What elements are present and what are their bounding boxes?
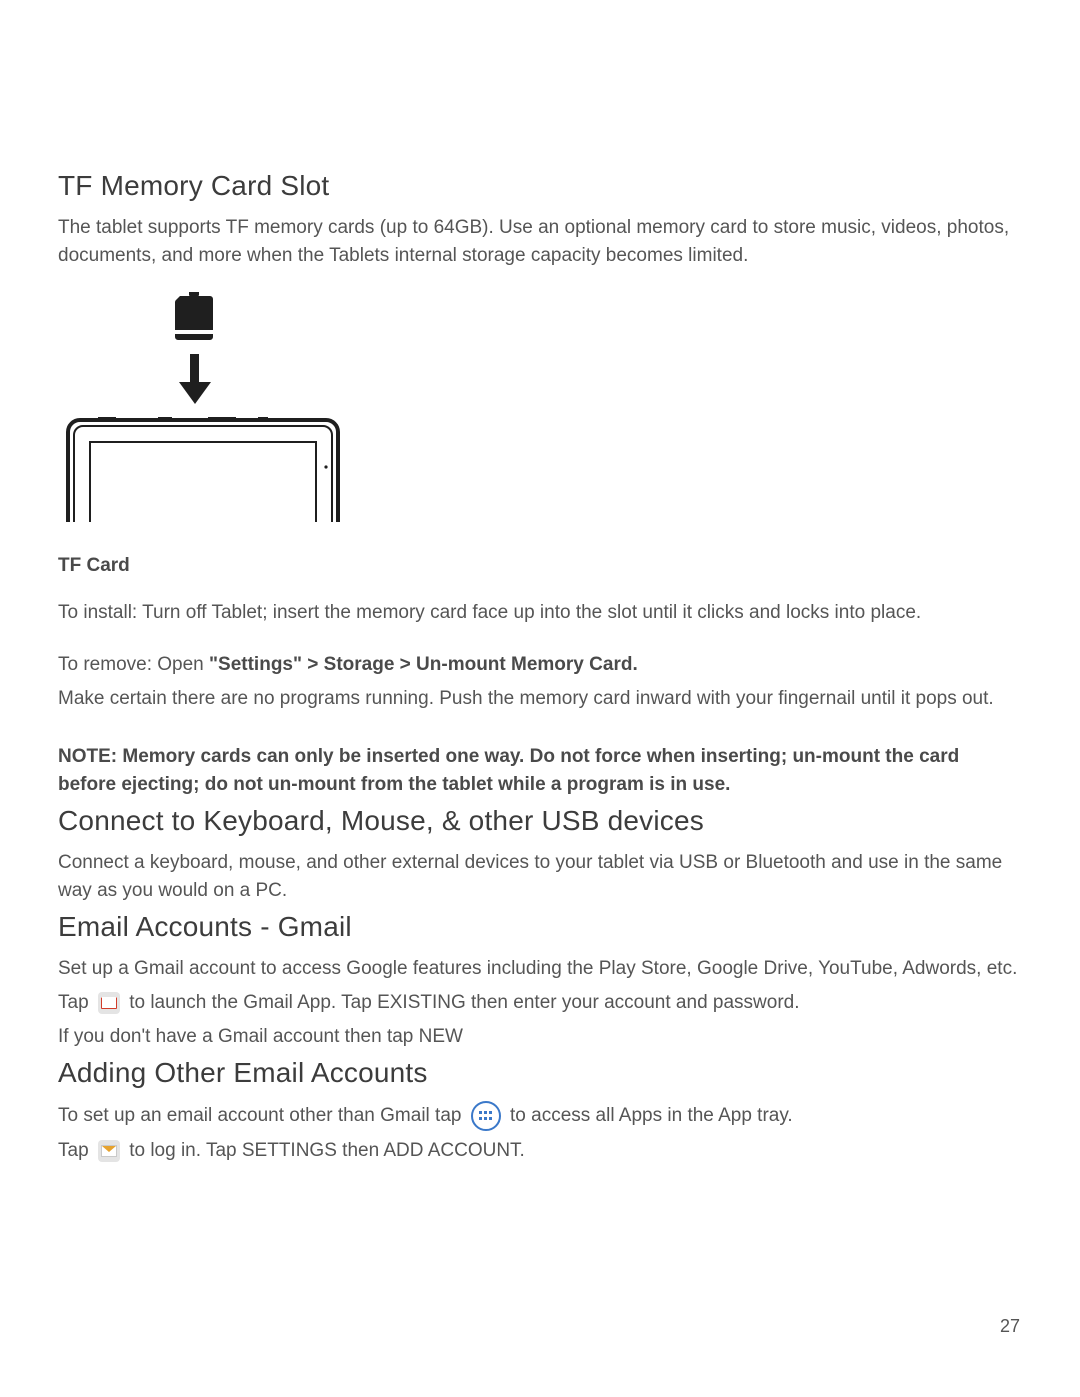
other-email-l1-suffix: to access all Apps in the App tray. [505, 1105, 793, 1126]
other-email-line1: To set up an email account other than Gm… [58, 1101, 1020, 1131]
page-number: 27 [1000, 1316, 1020, 1337]
tf-remove-text: To remove: Open "Settings" > Storage > U… [58, 651, 1020, 679]
gmail-tap-line: Tap to launch the Gmail App. Tap EXISTIN… [58, 989, 1020, 1017]
gmail-tap-suffix: to launch the Gmail App. Tap EXISTING th… [124, 992, 800, 1013]
other-email-line2: Tap to log in. Tap SETTINGS then ADD ACC… [58, 1137, 1020, 1165]
tf-remove-prefix: To remove: Open [58, 654, 209, 675]
gmail-title: Email Accounts - Gmail [58, 911, 1020, 943]
other-email-l2-suffix: to log in. Tap SETTINGS then ADD ACCOUNT… [124, 1140, 525, 1161]
tf-slot-intro: The tablet supports TF memory cards (up … [58, 214, 1020, 270]
gmail-tap-prefix: Tap [58, 992, 94, 1013]
gmail-body3: If you don't have a Gmail account then t… [58, 1023, 1020, 1051]
usb-body: Connect a keyboard, mouse, and other ext… [58, 849, 1020, 905]
other-email-l1-prefix: To set up an email account other than Gm… [58, 1105, 467, 1126]
tf-note: NOTE: Memory cards can only be inserted … [58, 743, 1020, 799]
tf-remove-rest: Make certain there are no programs runni… [58, 685, 1020, 713]
tf-card-subheading: TF Card [58, 555, 1020, 577]
manual-page: TF Memory Card Slot The tablet supports … [0, 0, 1080, 1397]
tf-remove-bold: "Settings" > Storage > Un-mount Memory C… [209, 654, 638, 675]
tf-install-text: To install: Turn off Tablet; insert the … [58, 599, 1020, 627]
other-email-l2-prefix: Tap [58, 1140, 94, 1161]
tf-slot-title: TF Memory Card Slot [58, 170, 1020, 202]
tf-card-illustration [58, 292, 1020, 537]
apps-tray-icon [471, 1101, 501, 1131]
other-email-title: Adding Other Email Accounts [58, 1057, 1020, 1089]
usb-title: Connect to Keyboard, Mouse, & other USB … [58, 805, 1020, 837]
gmail-body1: Set up a Gmail account to access Google … [58, 955, 1020, 983]
email-app-icon [98, 1140, 120, 1162]
gmail-icon [98, 992, 120, 1014]
